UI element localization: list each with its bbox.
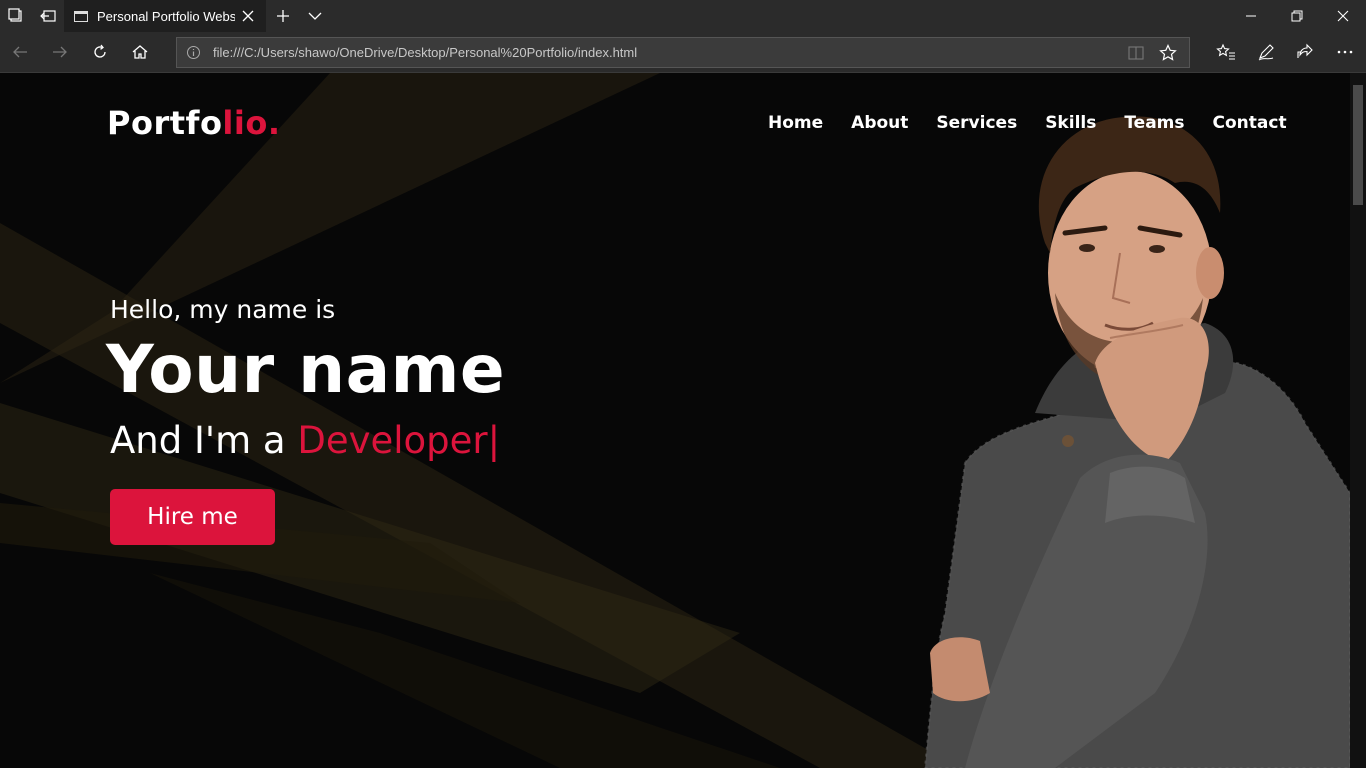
pen-icon[interactable] (1254, 40, 1278, 64)
scrollbar-thumb[interactable] (1353, 85, 1363, 205)
page-scrollbar[interactable] (1350, 73, 1366, 768)
hire-me-button[interactable]: Hire me (110, 489, 275, 545)
minimize-button[interactable] (1228, 0, 1274, 32)
typing-cursor: | (487, 419, 501, 462)
hero-role-typed: Developer (297, 419, 488, 462)
nav-link-services[interactable]: Services (936, 113, 1017, 133)
hero-name: Your name (106, 331, 506, 408)
logo-accent-text: lio. (222, 104, 281, 142)
reading-view-icon[interactable] (1127, 44, 1145, 62)
site-logo[interactable]: Portfolio. (107, 104, 281, 142)
favorite-star-icon[interactable] (1159, 44, 1177, 62)
info-icon[interactable] (186, 45, 201, 60)
forward-icon[interactable] (48, 40, 72, 64)
tab-list-chevron-icon[interactable] (305, 6, 325, 26)
close-window-button[interactable] (1320, 0, 1366, 32)
url-text: file:///C:/Users/shawo/OneDrive/Desktop/… (213, 45, 638, 60)
close-tab-icon[interactable] (240, 8, 256, 24)
browser-address-bar: file:///C:/Users/shawo/OneDrive/Desktop/… (0, 32, 1366, 73)
main-nav: Home About Services Skills Teams Contact (768, 113, 1287, 133)
share-icon[interactable] (1293, 40, 1317, 64)
nav-link-about[interactable]: About (851, 113, 908, 133)
nav-link-home[interactable]: Home (768, 113, 823, 133)
back-icon[interactable] (8, 40, 32, 64)
restore-button[interactable] (1274, 0, 1320, 32)
nav-link-skills[interactable]: Skills (1045, 113, 1096, 133)
refresh-icon[interactable] (88, 40, 112, 64)
portrait-image (923, 116, 1351, 768)
more-icon[interactable] (1333, 40, 1357, 64)
tab-title: Personal Portfolio Webs (97, 8, 235, 24)
browser-tab-bar: Personal Portfolio Webs (0, 0, 1366, 32)
hero-greeting: Hello, my name is (110, 295, 336, 324)
home-icon[interactable] (128, 40, 152, 64)
tabs-aside-icon[interactable] (6, 6, 26, 26)
page-viewport: Portfolio. Home About Services Skills Te… (0, 73, 1366, 768)
hero-role-prefix: And I'm a (110, 419, 298, 462)
favorites-hub-icon[interactable] (1214, 40, 1238, 64)
browser-tab[interactable]: Personal Portfolio Webs (64, 0, 266, 32)
logo-main-text: Portfo (107, 104, 223, 142)
page-favicon-icon (74, 10, 88, 22)
url-field[interactable]: file:///C:/Users/shawo/OneDrive/Desktop/… (176, 37, 1190, 68)
hero-role: And I'm a Developer| (110, 419, 500, 462)
nav-link-teams[interactable]: Teams (1124, 113, 1184, 133)
nav-link-contact[interactable]: Contact (1213, 113, 1287, 133)
new-tab-icon[interactable] (273, 6, 293, 26)
set-aside-tabs-icon[interactable] (38, 6, 58, 26)
